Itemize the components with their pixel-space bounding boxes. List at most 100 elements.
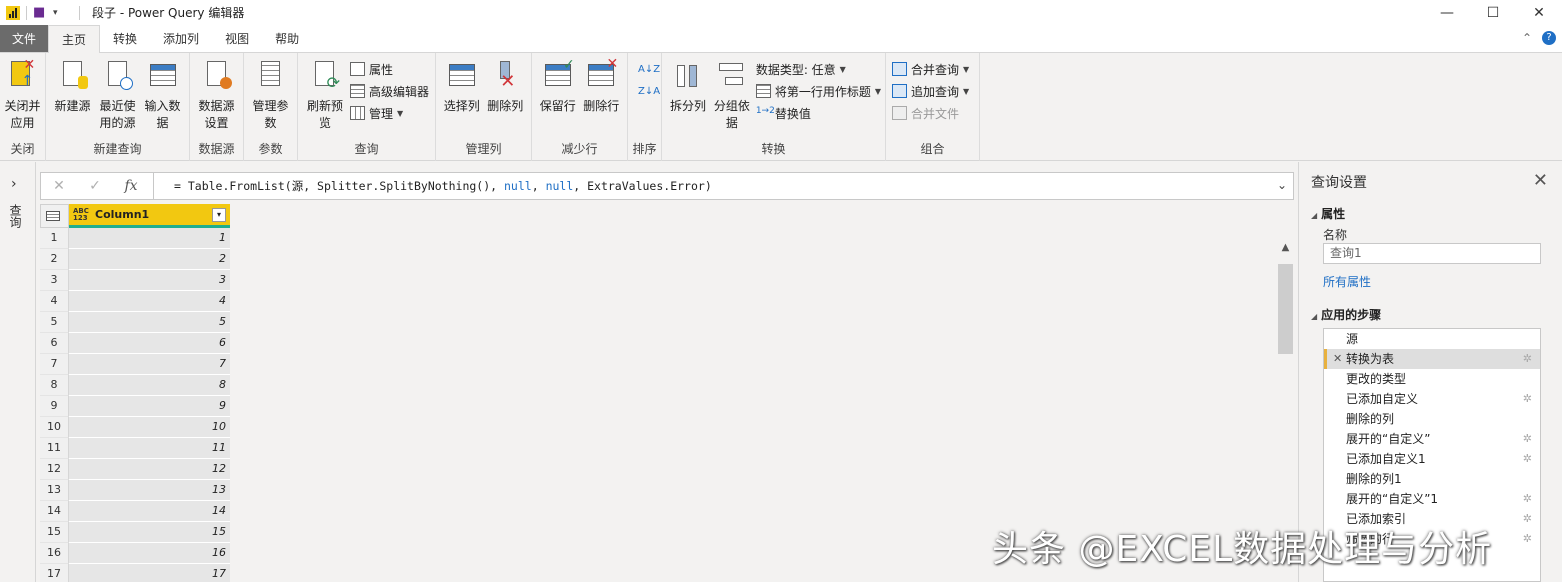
maximize-button[interactable]: ☐ xyxy=(1470,0,1516,25)
applied-step[interactable]: 源 xyxy=(1324,329,1540,349)
applied-step[interactable]: 删除的列1 xyxy=(1324,469,1540,489)
table-row[interactable]: 16 16 xyxy=(40,543,230,564)
tab-transform[interactable]: 转换 xyxy=(100,25,150,52)
applied-step[interactable]: 已添加自定义 ✲ xyxy=(1324,389,1540,409)
all-properties-link[interactable]: 所有属性 xyxy=(1323,273,1371,290)
first-row-header-button[interactable]: 将第一行用作标题 ▼ xyxy=(755,82,881,100)
applied-step-label: 删除的列 xyxy=(1346,412,1395,426)
applied-steps-section-header[interactable]: ◢ 应用的步骤 xyxy=(1311,306,1381,323)
tab-add-column[interactable]: 添加列 xyxy=(150,25,212,52)
cell-value[interactable]: 14 xyxy=(69,501,230,522)
merge-queries-button[interactable]: 合并查询 ▼ xyxy=(892,60,969,78)
applied-step[interactable]: ✕ 转换为表 ✲ xyxy=(1324,349,1540,369)
save-icon[interactable]: ■ xyxy=(33,5,47,20)
cell-value[interactable]: 3 xyxy=(69,270,230,291)
formula-cancel-button[interactable]: ✕ xyxy=(41,178,77,194)
applied-step[interactable]: 已添加自定义1 ✲ xyxy=(1324,449,1540,469)
quick-access-dropdown-icon[interactable]: ▾ xyxy=(53,6,67,20)
table-row[interactable]: 13 13 xyxy=(40,480,230,501)
tab-file[interactable]: 文件 xyxy=(0,25,49,52)
properties-section-header[interactable]: ◢ 属性 xyxy=(1311,205,1345,222)
close-window-button[interactable]: ✕ xyxy=(1516,0,1562,25)
table-row[interactable]: 11 11 xyxy=(40,438,230,459)
step-settings-gear-icon[interactable]: ✲ xyxy=(1523,489,1532,509)
table-menu-icon[interactable] xyxy=(40,204,69,228)
table-row[interactable]: 14 14 xyxy=(40,501,230,522)
cell-value[interactable]: 5 xyxy=(69,312,230,333)
table-row[interactable]: 99 xyxy=(40,396,230,417)
combine-files-button[interactable]: 合并文件 xyxy=(892,104,969,122)
table-row[interactable]: 33 xyxy=(40,270,230,291)
step-settings-gear-icon[interactable]: ✲ xyxy=(1523,349,1532,369)
cell-value[interactable]: 12 xyxy=(69,459,230,480)
minimize-button[interactable]: — xyxy=(1424,0,1470,25)
table-row[interactable]: 55 xyxy=(40,312,230,333)
formula-commit-button[interactable]: ✓ xyxy=(77,178,113,194)
fx-icon[interactable]: fx xyxy=(113,178,149,194)
properties-button[interactable]: 属性 xyxy=(350,60,429,78)
applied-step[interactable]: 展开的“自定义” ✲ xyxy=(1324,429,1540,449)
cell-value[interactable]: 13 xyxy=(69,480,230,501)
scroll-thumb[interactable] xyxy=(1278,264,1293,354)
query-name-input[interactable]: 查询1 xyxy=(1323,243,1541,264)
cell-value[interactable]: 16 xyxy=(69,543,230,564)
help-icon[interactable]: ? xyxy=(1542,31,1556,45)
data-type-dropdown[interactable]: 数据类型: 任意 ▼ xyxy=(756,60,881,78)
formula-suffix: , ExtraValues.Error) xyxy=(573,179,712,193)
expand-formula-icon[interactable]: ⌄ xyxy=(1277,178,1287,192)
cell-value[interactable]: 9 xyxy=(69,396,230,417)
step-settings-gear-icon[interactable]: ✲ xyxy=(1523,529,1532,549)
applied-step[interactable]: 更改的类型 xyxy=(1324,369,1540,389)
sort-descending-button[interactable]: Z↓A xyxy=(638,82,660,100)
sort-ascending-button[interactable]: A↓Z xyxy=(638,60,660,78)
recent-sources-icon xyxy=(103,59,133,93)
table-row[interactable]: 44 xyxy=(40,291,230,312)
cell-value[interactable]: 1 xyxy=(69,228,230,249)
table-row[interactable]: 66 xyxy=(40,333,230,354)
cell-value[interactable]: 7 xyxy=(69,354,230,375)
table-row[interactable]: 77 xyxy=(40,354,230,375)
manage-button[interactable]: 管理 ▼ xyxy=(350,104,429,122)
table-row[interactable]: 88 xyxy=(40,375,230,396)
advanced-editor-button[interactable]: 高级编辑器 xyxy=(350,82,429,100)
table-row[interactable]: 12 12 xyxy=(40,459,230,480)
applied-step[interactable]: 删除的列 xyxy=(1324,409,1540,429)
tab-help[interactable]: 帮助 xyxy=(262,25,312,52)
step-settings-gear-icon[interactable]: ✲ xyxy=(1523,449,1532,469)
cell-value[interactable]: 6 xyxy=(69,333,230,354)
cell-value[interactable]: 10 xyxy=(69,417,230,438)
scroll-up-icon[interactable]: ▲ xyxy=(1277,242,1294,259)
tab-home[interactable]: 主页 xyxy=(48,25,101,53)
applied-step[interactable]: 展开的“自定义”1 ✲ xyxy=(1324,489,1540,509)
cell-value[interactable]: 15 xyxy=(69,522,230,543)
replace-values-button[interactable]: 1→2 替换值 xyxy=(756,104,881,122)
append-queries-button[interactable]: 追加查询 ▼ xyxy=(892,82,969,100)
group-label-close: 关闭 xyxy=(10,142,35,156)
tab-view[interactable]: 视图 xyxy=(212,25,262,52)
table-row[interactable]: 17 17 xyxy=(40,564,230,582)
cell-value[interactable]: 17 xyxy=(69,564,230,582)
table-row[interactable]: 15 15 xyxy=(40,522,230,543)
formula-input[interactable]: = Table.FromList(源, Splitter.SplitByNoth… xyxy=(174,178,712,194)
step-settings-gear-icon[interactable]: ✲ xyxy=(1523,509,1532,529)
queries-pane-label[interactable]: 查询 xyxy=(8,204,24,228)
column-type-icon[interactable]: ABC 123 xyxy=(73,207,91,222)
step-settings-gear-icon[interactable]: ✲ xyxy=(1523,429,1532,449)
delete-step-icon[interactable]: ✕ xyxy=(1333,349,1342,369)
cell-value[interactable]: 11 xyxy=(69,438,230,459)
collapse-ribbon-icon[interactable]: ⌃ xyxy=(1522,31,1532,45)
formula-mid: , xyxy=(531,179,546,193)
table-row[interactable]: 11 xyxy=(40,228,230,249)
table-row[interactable]: 10 10 xyxy=(40,417,230,438)
column-filter-icon[interactable]: ▾ xyxy=(212,208,226,222)
cell-value[interactable]: 2 xyxy=(69,249,230,270)
cell-value[interactable]: 8 xyxy=(69,375,230,396)
step-settings-gear-icon[interactable]: ✲ xyxy=(1523,389,1532,409)
expand-queries-icon[interactable]: › xyxy=(11,176,17,192)
applied-step-label: 删除的列1 xyxy=(1346,472,1402,486)
cell-value[interactable]: 4 xyxy=(69,291,230,312)
split-column-icon xyxy=(673,59,703,93)
table-row[interactable]: 22 xyxy=(40,249,230,270)
close-query-settings-icon[interactable]: ✕ xyxy=(1533,170,1548,191)
column-header-column1[interactable]: ABC 123 Column1 ▾ xyxy=(69,204,230,228)
